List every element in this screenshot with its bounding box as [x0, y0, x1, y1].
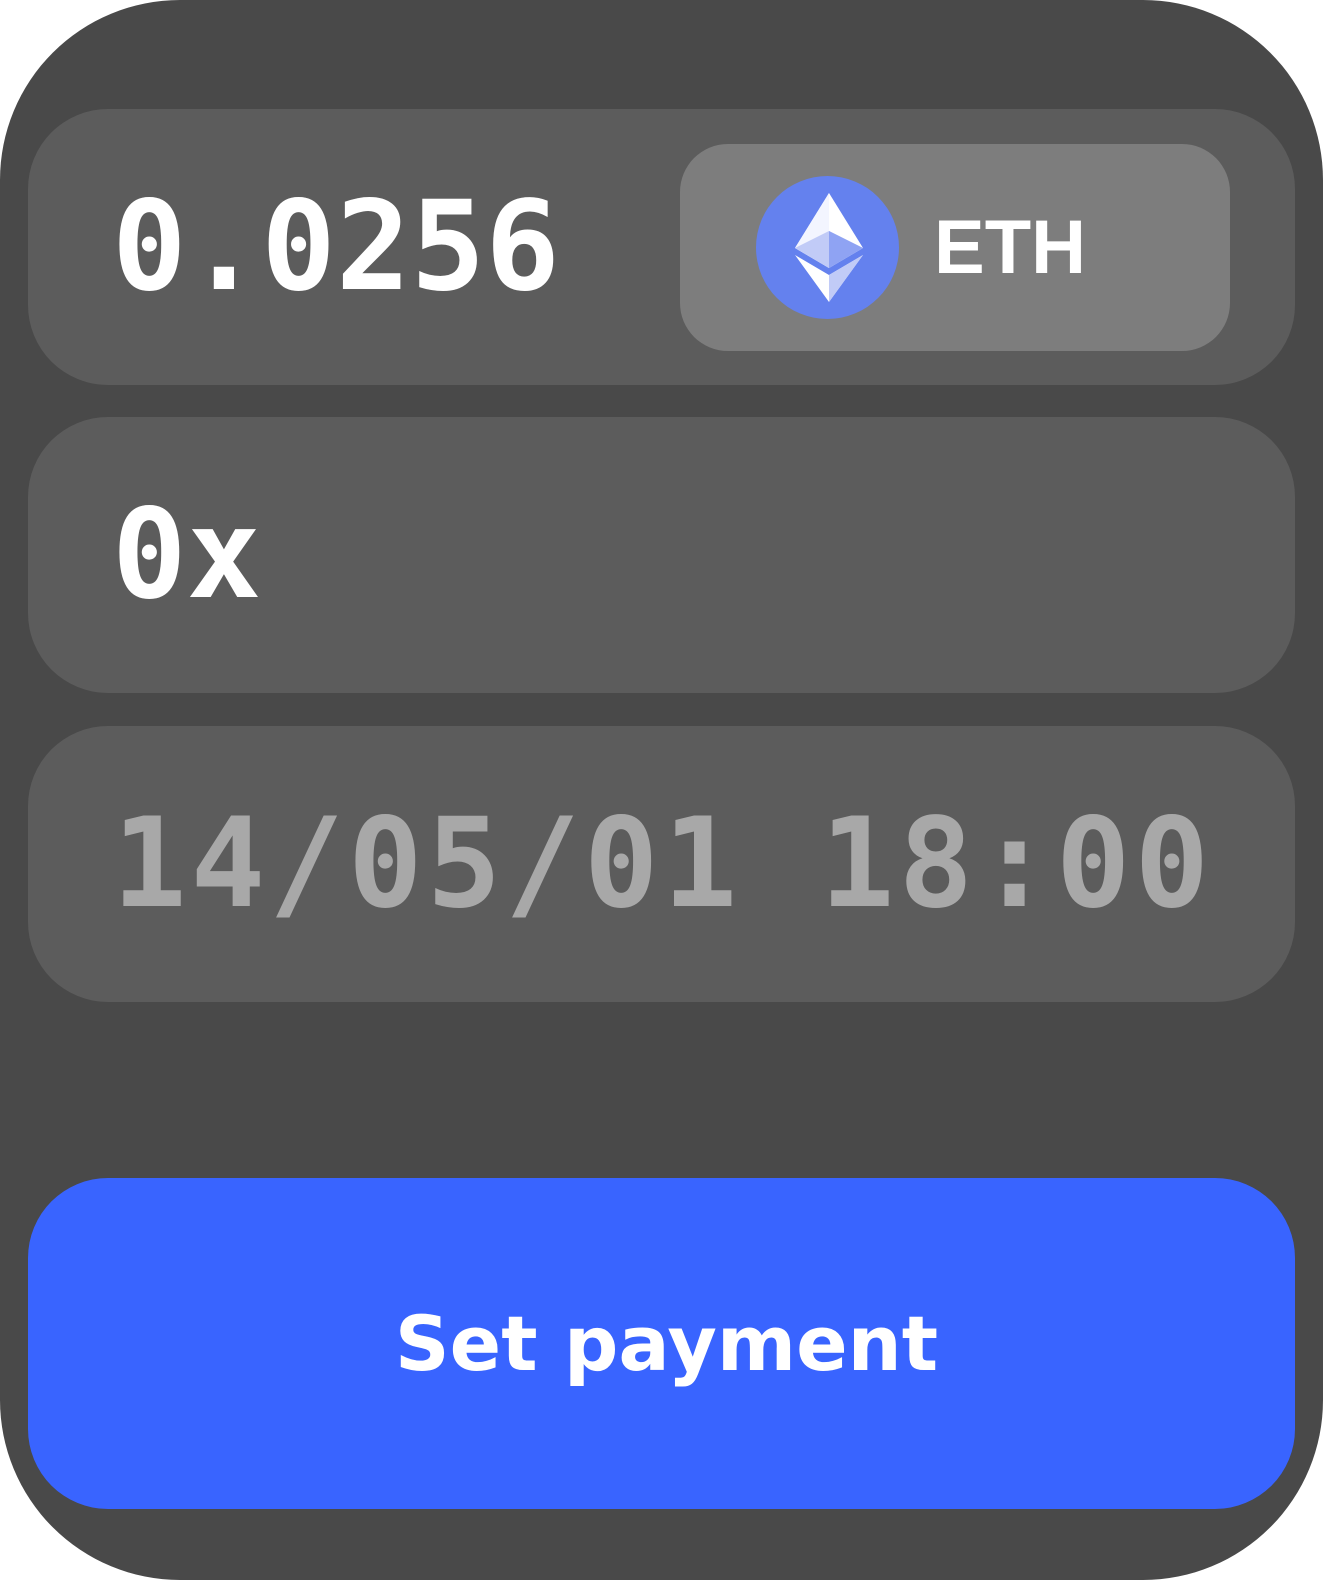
set-payment-button-label: Set payment [394, 1298, 939, 1388]
token-selector-button[interactable]: ETH [680, 144, 1230, 351]
set-payment-button[interactable]: Set payment [28, 1178, 1295, 1509]
recipient-address-input-value[interactable]: 0x [112, 493, 261, 617]
amount-field[interactable]: 0.0256 ETH [28, 109, 1295, 385]
recipient-address-field[interactable]: 0x [28, 417, 1295, 693]
ethereum-icon [756, 176, 899, 319]
payment-card: 0.0256 ETH 0x 14/05/01 18:00 Set payment [0, 0, 1323, 1580]
amount-input-value[interactable]: 0.0256 [112, 185, 560, 309]
schedule-datetime-placeholder[interactable]: 14/05/01 18:00 [112, 802, 1213, 926]
schedule-datetime-field[interactable]: 14/05/01 18:00 [28, 726, 1295, 1002]
token-symbol-label: ETH [934, 204, 1086, 290]
